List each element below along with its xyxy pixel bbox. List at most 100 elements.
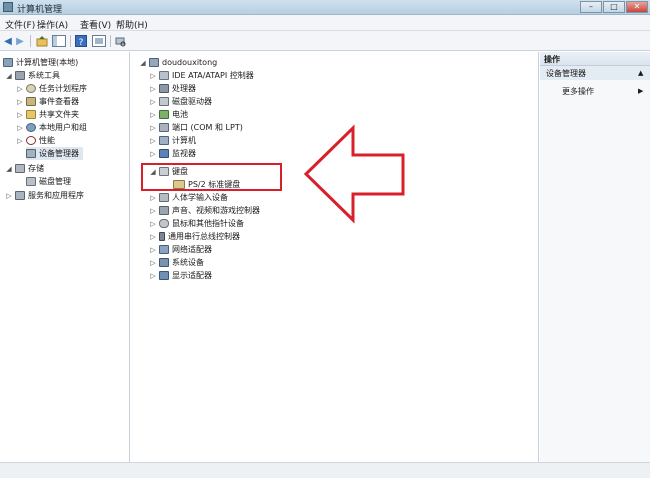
toolbar-separator [70, 35, 71, 47]
tree-item-label: 系统设备 [172, 258, 204, 267]
expand-icon[interactable]: ▷ [149, 233, 157, 241]
device-category-ports[interactable]: ▷ 端口 (COM 和 LPT) [149, 121, 243, 134]
horizontal-scrollbar[interactable] [0, 462, 650, 478]
close-button[interactable]: ✕ [626, 1, 648, 13]
tree-item-performance[interactable]: ▷ 性能 [16, 134, 55, 147]
tree-item-label: doudouxitong [162, 58, 218, 67]
tree-item-label: 计算机管理(本地) [16, 58, 79, 67]
device-category-network[interactable]: ▷ 网络适配器 [149, 243, 212, 256]
tree-item-services[interactable]: ▷ 服务和应用程序 [5, 189, 84, 202]
expand-icon[interactable]: ▷ [149, 272, 157, 280]
up-icon[interactable] [35, 34, 49, 48]
expand-icon[interactable]: ▷ [149, 220, 157, 228]
expand-icon[interactable]: ▷ [149, 207, 157, 215]
device-category-computer[interactable]: ▷ 计算机 [149, 134, 196, 147]
forward-icon[interactable]: ▶ [14, 34, 26, 48]
tree-item-label: 计算机 [172, 136, 196, 145]
section-collapse-icon[interactable]: ▲ [638, 69, 643, 77]
help-icon[interactable]: ? [74, 34, 88, 48]
tree-item-event-viewer[interactable]: ▷ 事件查看器 [16, 95, 79, 108]
device-category-system[interactable]: ▷ 系统设备 [149, 256, 204, 269]
system-tools-icon [15, 71, 25, 80]
tree-item-label: 性能 [39, 136, 55, 145]
more-actions-link[interactable]: 更多操作 [562, 86, 594, 97]
expand-icon[interactable]: ▷ [149, 246, 157, 254]
users-icon [26, 123, 36, 132]
expand-icon[interactable]: ▷ [16, 124, 24, 132]
expand-icon[interactable]: ▷ [16, 111, 24, 119]
expand-icon[interactable]: ▷ [149, 98, 157, 106]
properties-icon[interactable] [91, 34, 107, 48]
expand-icon[interactable]: ▷ [149, 150, 157, 158]
device-category-usb[interactable]: ▷ 通用串行总线控制器 [149, 230, 240, 243]
menu-help[interactable]: 帮助(H) [116, 18, 148, 31]
show-hide-tree-icon[interactable] [51, 34, 67, 48]
device-category-display[interactable]: ▷ 显示适配器 [149, 269, 212, 282]
toolbar: ◀ ▶ ? [0, 31, 650, 51]
menu-action[interactable]: 操作(A) [37, 18, 68, 31]
collapse-icon[interactable]: ◢ [5, 165, 13, 173]
tree-item-label: 人体学输入设备 [172, 193, 228, 202]
device-category-monitors[interactable]: ▷ 监视器 [149, 147, 196, 160]
event-viewer-icon [26, 97, 36, 106]
expand-icon[interactable]: ▷ [149, 137, 157, 145]
tree-item-system-tools[interactable]: ◢ 系统工具 [5, 69, 60, 82]
tree-item-disk-management[interactable]: 磁盘管理 [26, 175, 71, 188]
collapse-icon[interactable]: ◢ [5, 72, 13, 80]
monitor-icon [159, 149, 169, 158]
tree-item-label: 系统工具 [28, 71, 60, 80]
device-category-sound[interactable]: ▷ 声音、视频和游戏控制器 [149, 204, 260, 217]
clock-icon [26, 84, 36, 93]
computer-icon [159, 136, 169, 145]
maximize-button[interactable]: □ [603, 1, 625, 13]
expand-icon[interactable]: ▷ [149, 194, 157, 202]
expand-icon[interactable]: ▷ [16, 85, 24, 93]
expand-icon[interactable]: ▷ [149, 124, 157, 132]
app-icon [3, 2, 13, 12]
menu-bar: 文件(F) 操作(A) 查看(V) 帮助(H) [0, 15, 650, 31]
hid-icon [159, 193, 169, 202]
actions-pane: 操作 设备管理器 更多操作 ▲ ▶ [540, 52, 650, 462]
tree-item-label: 共享文件夹 [39, 110, 79, 119]
scan-icon[interactable] [114, 34, 126, 48]
window-title: 计算机管理 [17, 5, 63, 15]
tree-item-task-scheduler[interactable]: ▷ 任务计划程序 [16, 82, 87, 95]
actions-section-device-manager[interactable]: 设备管理器 [540, 66, 650, 80]
menu-file[interactable]: 文件(F) [5, 18, 35, 31]
tree-item-storage[interactable]: ◢ 存储 [5, 162, 44, 175]
tree-item-label: 事件查看器 [39, 97, 79, 106]
expand-icon[interactable]: ▷ [5, 192, 13, 200]
shared-folder-icon [26, 110, 36, 119]
ide-controller-icon [159, 71, 169, 80]
device-category-processor[interactable]: ▷ 处理器 [149, 82, 196, 95]
menu-view[interactable]: 查看(V) [80, 18, 111, 31]
expand-icon[interactable]: ▷ [149, 259, 157, 267]
more-actions-arrow-icon[interactable]: ▶ [638, 87, 643, 95]
port-icon [159, 123, 169, 132]
tree-item-label: IDE ATA/ATAPI 控制器 [172, 71, 254, 80]
device-category-battery[interactable]: ▷ 电池 [149, 108, 188, 121]
tree-item-label: 通用串行总线控制器 [168, 232, 240, 241]
device-category-mice[interactable]: ▷ 鼠标和其他指针设备 [149, 217, 244, 230]
device-category-ide[interactable]: ▷ IDE ATA/ATAPI 控制器 [149, 69, 254, 82]
tree-item-shared-folders[interactable]: ▷ 共享文件夹 [16, 108, 79, 121]
back-icon[interactable]: ◀ [2, 34, 14, 48]
expand-icon[interactable]: ▷ [149, 111, 157, 119]
disk-icon [26, 177, 36, 186]
processor-icon [159, 84, 169, 93]
expand-icon[interactable]: ▷ [149, 72, 157, 80]
device-category-disk-drives[interactable]: ▷ 磁盘驱动器 [149, 95, 212, 108]
tree-item-device-manager[interactable]: 设备管理器 [26, 147, 83, 160]
collapse-icon[interactable]: ◢ [139, 59, 147, 67]
device-tree-root[interactable]: ◢ doudouxitong [139, 56, 217, 69]
tree-item-local-users[interactable]: ▷ 本地用户和组 [16, 121, 87, 134]
storage-icon [15, 164, 25, 173]
expand-icon[interactable]: ▷ [16, 98, 24, 106]
expand-icon[interactable]: ▷ [16, 137, 24, 145]
device-category-hid[interactable]: ▷ 人体学输入设备 [149, 191, 228, 204]
minimize-button[interactable]: – [580, 1, 602, 13]
tree-item-label: 设备管理器 [39, 149, 79, 158]
tree-item-computer-management[interactable]: 计算机管理(本地) [3, 56, 78, 69]
tree-item-label: 显示适配器 [172, 271, 212, 280]
expand-icon[interactable]: ▷ [149, 85, 157, 93]
